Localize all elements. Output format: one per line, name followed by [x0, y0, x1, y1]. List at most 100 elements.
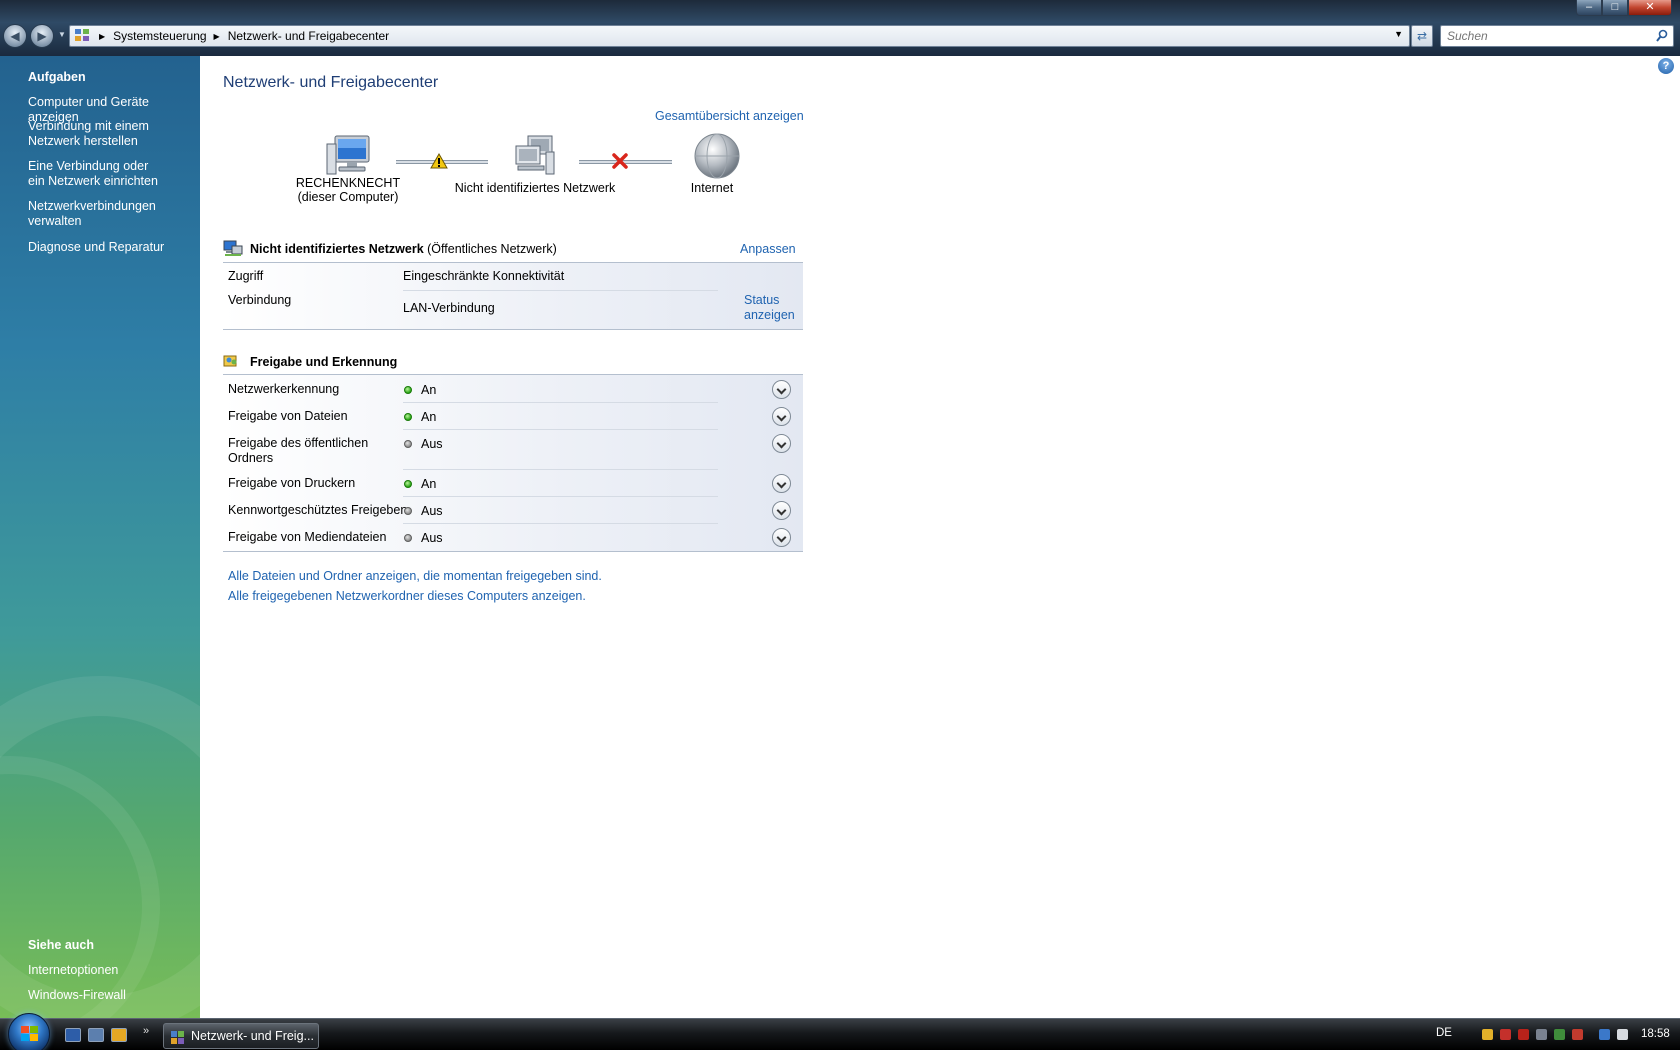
content-area: ? Netzwerk- und Freigabecenter Gesamtübe… [200, 56, 1680, 1018]
network-name: Nicht identifiziertes Netzwerk [250, 242, 424, 256]
address-history-dropdown-icon[interactable]: ▼ [1394, 29, 1403, 39]
row-divider [403, 469, 718, 470]
control-panel-icon [74, 28, 92, 44]
access-label: Zugriff [228, 269, 264, 283]
status-on-icon [404, 413, 412, 421]
sharing-row-label: Netzwerkerkennung [228, 382, 340, 396]
sharing-panel: Netzwerkerkennung An Freigabe von Dateie… [223, 374, 803, 552]
expand-media-sharing-button[interactable] [772, 528, 791, 547]
warning-icon[interactable] [430, 152, 448, 172]
error-x-icon[interactable] [612, 153, 628, 172]
computer-name-label: RECHENKNECHT [295, 176, 401, 190]
close-button[interactable]: ✕ [1628, 0, 1672, 16]
search-input[interactable] [1441, 26, 1641, 46]
status-off-icon [404, 440, 412, 448]
customize-link[interactable]: Anpassen [740, 242, 796, 256]
sharing-row-label: Freigabe von Mediendateien [228, 530, 387, 544]
show-shared-files-link[interactable]: Alle Dateien und Ordner anzeigen, die mo… [228, 569, 602, 583]
taskbar-window-button[interactable]: Netzwerk- und Freig... [163, 1023, 319, 1049]
breadcrumb-current[interactable]: Netzwerk- und Freigabecenter [228, 29, 389, 43]
recent-pages-dropdown[interactable]: ▼ [58, 30, 66, 39]
sharing-icon [223, 353, 239, 372]
full-map-link[interactable]: Gesamtübersicht anzeigen [655, 109, 804, 123]
tray-volume-muted-icon[interactable] [1572, 1029, 1583, 1040]
page-title: Netzwerk- und Freigabecenter [223, 74, 439, 91]
row-divider [403, 496, 718, 497]
taskbar: » Netzwerk- und Freig... DE 18:58 [0, 1013, 1680, 1050]
network-section-title: Nicht identifiziertes Netzwerk (Öffentli… [250, 242, 557, 256]
show-desktop-icon[interactable] [65, 1028, 81, 1042]
tray-security-icon[interactable] [1500, 1029, 1511, 1040]
computer-icon[interactable] [325, 134, 373, 181]
tray-device-icon[interactable] [1536, 1029, 1547, 1040]
breadcrumb-separator-icon[interactable]: ▶ [99, 32, 105, 41]
computer-sub-label: (dieser Computer) [297, 190, 399, 204]
task-link-diagnose-und-reparatur[interactable]: Diagnose und Reparatur [28, 240, 198, 255]
clock[interactable]: 18:58 [1641, 1028, 1670, 1040]
see-also-windows-firewall[interactable]: Windows-Firewall [28, 988, 198, 1003]
sharing-section-title: Freigabe und Erkennung [250, 355, 398, 369]
search-box[interactable] [1440, 25, 1674, 47]
network-type: (Öffentliches Netzwerk) [427, 242, 557, 256]
expand-password-protected-sharing-button[interactable] [772, 501, 791, 520]
quicklaunch-overflow-icon[interactable]: » [143, 1025, 149, 1037]
see-also-internetoptionen[interactable]: Internetoptionen [28, 963, 198, 978]
minimize-button[interactable]: – [1576, 0, 1602, 16]
address-bar[interactable]: ▶ Systemsteuerung ▶ Netzwerk- und Freiga… [69, 25, 1410, 47]
sharing-row-label: Freigabe von Druckern [228, 476, 356, 490]
maximize-button[interactable]: □ [1602, 0, 1628, 16]
row-divider [403, 402, 718, 403]
status-on-icon [404, 480, 412, 488]
sharing-row-state: An [421, 477, 437, 491]
switch-windows-icon[interactable] [88, 1028, 104, 1042]
task-link-netzwerkverbindungen-verwalten[interactable]: Netzwerkverbindungen verwalten [28, 199, 168, 229]
task-link-verbindung-einrichten[interactable]: Eine Verbindung oder ein Netzwerk einric… [28, 159, 168, 189]
sharing-row-label: Kennwortgeschütztes Freigeben [228, 503, 408, 517]
sharing-row-state: Aus [421, 531, 443, 545]
help-icon[interactable]: ? [1658, 58, 1674, 74]
status-on-icon [404, 386, 412, 394]
network-name-label: Nicht identifiziertes Netzwerk [454, 181, 616, 195]
sharing-row-state: An [421, 410, 437, 424]
tray-alert-icon[interactable] [1518, 1029, 1529, 1040]
expand-file-sharing-button[interactable] [772, 407, 791, 426]
expand-printer-sharing-button[interactable] [772, 474, 791, 493]
start-button[interactable] [8, 1013, 50, 1050]
expand-network-discovery-button[interactable] [772, 380, 791, 399]
refresh-button[interactable]: ⇄ [1411, 25, 1433, 47]
media-player-icon[interactable] [111, 1028, 127, 1042]
see-also-heading: Siehe auch [28, 938, 94, 952]
tray-volume-icon[interactable] [1617, 1029, 1628, 1040]
row-divider [403, 429, 718, 430]
status-off-icon [404, 507, 412, 515]
taskbar-window-title: Netzwerk- und Freig... [191, 1029, 314, 1043]
back-button[interactable]: ◀ [3, 24, 27, 48]
view-status-link[interactable]: Status anzeigen [744, 293, 799, 323]
access-value: Eingeschränkte Konnektivität [403, 269, 565, 283]
network-details-panel: Zugriff Eingeschränkte Konnektivität Ver… [223, 262, 803, 330]
forward-button[interactable]: ▶ [30, 24, 54, 48]
breadcrumb-systemsteuerung[interactable]: Systemsteuerung [113, 29, 206, 43]
tray-network-icon[interactable] [1599, 1029, 1610, 1040]
tray-users-icon[interactable] [1482, 1029, 1493, 1040]
sharing-row-state: Aus [421, 504, 443, 518]
row-divider [403, 523, 718, 524]
connection-value: LAN-Verbindung [403, 301, 495, 315]
sharing-row-label: Freigabe von Dateien [228, 409, 348, 423]
expand-public-folder-sharing-button[interactable] [772, 434, 791, 453]
network-icon[interactable] [510, 134, 560, 181]
status-off-icon [404, 534, 412, 542]
connection-label: Verbindung [228, 293, 292, 307]
globe-icon[interactable] [693, 132, 741, 183]
breadcrumb-separator-icon[interactable]: ▶ [214, 32, 220, 41]
internet-label: Internet [690, 181, 734, 195]
task-link-verbindung-herstellen[interactable]: Verbindung mit einem Netzwerk herstellen [28, 119, 158, 149]
network-small-icon [223, 240, 243, 261]
sharing-row-state: An [421, 383, 437, 397]
tray-app-icon[interactable] [1554, 1029, 1565, 1040]
sharing-row-state: Aus [421, 437, 443, 451]
window-controls: – □ ✕ [1576, 0, 1672, 16]
show-shared-folders-link[interactable]: Alle freigegebenen Netzwerkordner dieses… [228, 589, 586, 603]
language-indicator[interactable]: DE [1436, 1027, 1452, 1039]
search-icon[interactable] [1656, 29, 1668, 42]
